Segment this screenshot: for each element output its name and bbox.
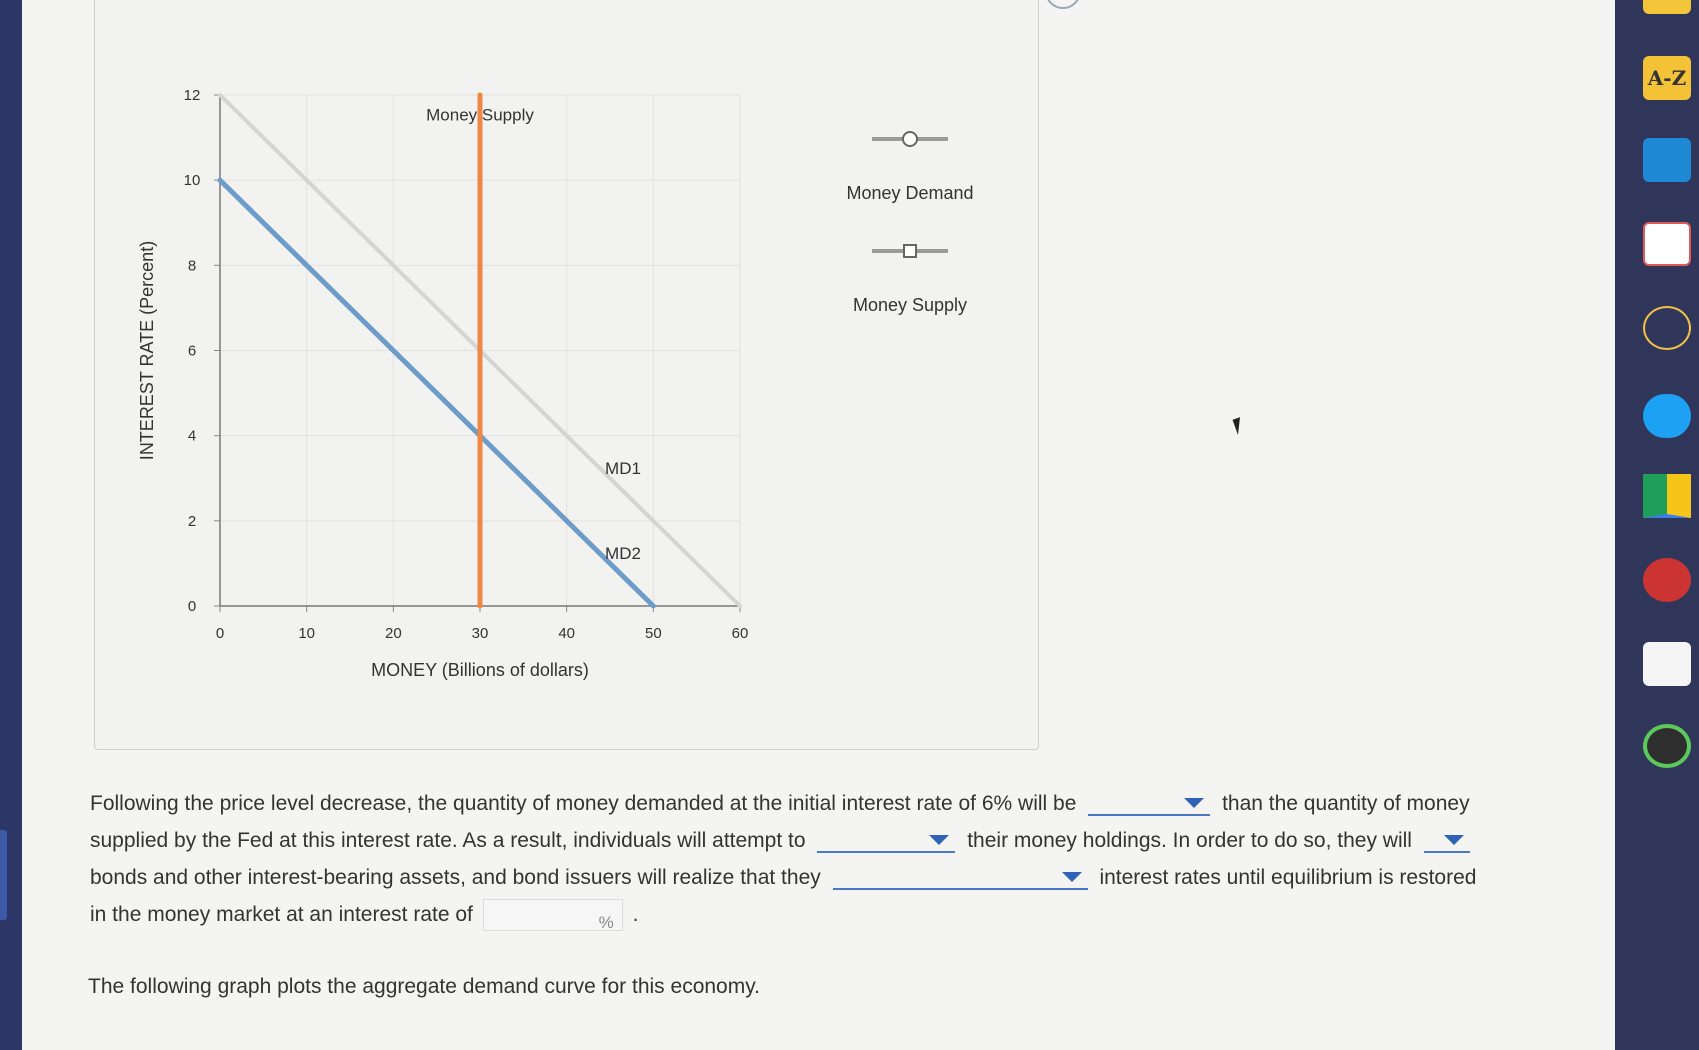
y-axis-title: INTEREST RATE (Percent) xyxy=(137,241,157,460)
y-tick-label-3: 6 xyxy=(188,343,196,360)
book-icon[interactable] xyxy=(1643,138,1691,182)
axes xyxy=(214,94,741,612)
x-tick-label-1: 10 xyxy=(298,625,315,642)
question-line-3: bonds and other interest-bearing assets,… xyxy=(90,859,1570,896)
y-tick-label-1: 2 xyxy=(188,513,196,530)
series-label-md2: MD2 xyxy=(605,544,641,563)
question-line-4: in the money market at an interest rate … xyxy=(90,896,1570,933)
dropdown-arrow-icon xyxy=(1061,872,1082,883)
info-icon[interactable]: i xyxy=(1045,0,1081,9)
x-tick-label-5: 50 xyxy=(645,625,662,642)
profile-circle-icon[interactable] xyxy=(1643,724,1691,768)
series-label-money-supply: Money Supply xyxy=(426,106,534,125)
a-z-dictionary-icon[interactable]: A-Z xyxy=(1643,56,1691,100)
holdings-action-dropdown[interactable] xyxy=(817,829,956,854)
pencil-icon[interactable] xyxy=(1643,0,1691,14)
question-line-2: supplied by the Fed at this interest rat… xyxy=(90,822,1570,859)
series-line-md2 xyxy=(217,177,656,609)
series-label-md1: MD1 xyxy=(605,459,641,478)
voice-typing-icon[interactable] xyxy=(1643,306,1691,350)
money-market-chart: 0 10 20 30 40 50 60 0 2 4 6 8 10 12 MD1 MD2 Money Supply… xyxy=(137,87,974,680)
legend-square-icon xyxy=(903,244,917,258)
comparison-dropdown[interactable] xyxy=(1088,792,1211,817)
question-text-4-end: . xyxy=(632,903,639,926)
question-line-1: Following the price level decrease, the … xyxy=(90,785,1570,822)
x-tick-label-6: 60 xyxy=(732,625,749,642)
accessibility-plus-icon[interactable] xyxy=(1643,558,1691,602)
note-pencil-icon[interactable] xyxy=(1643,222,1691,266)
legend-label-0: Money Demand xyxy=(846,183,973,203)
x-tick-label-4: 40 xyxy=(558,625,575,642)
cloud-icon[interactable] xyxy=(1643,394,1691,438)
question-text-2a: supplied by the Fed at this interest rat… xyxy=(90,829,806,852)
legend-circle-icon xyxy=(902,131,918,147)
question-text-3b: interest rates until equilibrium is rest… xyxy=(1099,866,1477,889)
legend-label-1: Money Supply xyxy=(853,295,967,315)
bonds-action-dropdown[interactable] xyxy=(1423,829,1470,854)
dropdown-arrow-icon xyxy=(929,835,950,846)
question-text-4a: in the money market at an interest rate … xyxy=(90,903,473,926)
followup-text: The following graph plots the aggregate … xyxy=(88,975,760,998)
y-tick-label-2: 4 xyxy=(188,428,196,445)
question-text-1a: Following the price level decrease, the … xyxy=(90,792,1077,815)
question-text-2b: their money holdings. In order to do so,… xyxy=(967,829,1412,852)
y-tick-label-5: 10 xyxy=(184,172,201,189)
x-tick-label-2: 20 xyxy=(385,625,402,642)
labels: 0 10 20 30 40 50 60 0 2 4 6 8 10 12 MD1 MD2 Money Supply… xyxy=(137,87,748,680)
y-tick-label-6: 12 xyxy=(184,87,201,104)
question-text-3a: bonds and other interest-bearing assets,… xyxy=(90,866,821,889)
page-content: i 0 10 20 30 40 50 60 0 2 4 6 8 10 12 MD1 MD2 Money Supp… xyxy=(22,0,1615,1050)
x-axis-title: MONEY (Billions of dollars) xyxy=(371,660,589,680)
mouse-cursor-icon xyxy=(1232,417,1246,435)
percent-unit: % xyxy=(598,913,614,933)
interest-rate-action-dropdown[interactable] xyxy=(832,866,1088,891)
google-drive-icon[interactable] xyxy=(1643,474,1691,518)
interest-rate-input[interactable]: % xyxy=(482,899,623,932)
x-tick-label-3: 30 xyxy=(472,625,489,642)
left-edge-tab[interactable] xyxy=(0,830,7,920)
question-text: Following the price level decrease, the … xyxy=(90,785,1570,933)
y-tick-label-0: 0 xyxy=(188,598,196,615)
chart-panel: i 0 10 20 30 40 50 60 0 2 4 6 8 10 12 MD1 MD2 Money Supp… xyxy=(94,0,1081,750)
legend: Money Demand Money Supply xyxy=(846,131,974,315)
dropdown-arrow-icon xyxy=(1443,835,1464,846)
extensions-rail: A-Z xyxy=(1615,0,1699,1050)
dropdown-arrow-icon xyxy=(1184,798,1205,809)
x-tick-label-0: 0 xyxy=(216,625,224,642)
question-text-1b: than the quantity of money xyxy=(1222,792,1470,815)
notepad-icon[interactable] xyxy=(1643,642,1691,686)
y-tick-label-4: 8 xyxy=(188,257,196,274)
